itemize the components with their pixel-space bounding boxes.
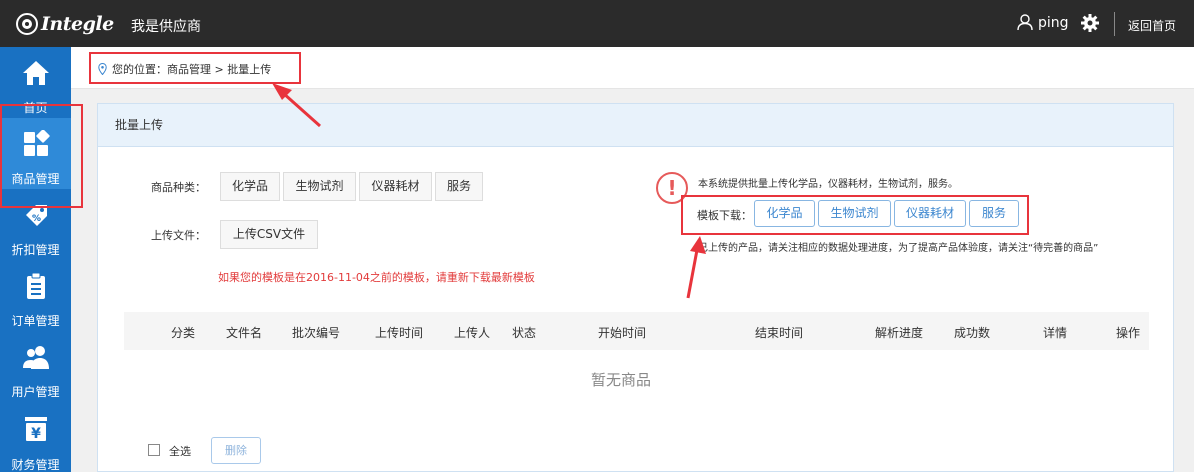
category-label: 商品种类： [151,181,206,194]
logo[interactable]: Integle [16,12,114,36]
category-chemical-button[interactable]: 化学品 [220,172,280,201]
category-bioreagent-button[interactable]: 生物试剂 [283,172,356,201]
upload-csv-button[interactable]: 上传CSV文件 [220,220,318,249]
batch-upload-panel: 批量上传 [97,103,1174,472]
topbar-divider [1114,12,1115,36]
column-header: 成功数 [954,326,991,340]
processing-notice: 已上传的产品，请关注相应的数据处理进度，为了提高产品体验度，请关注“待完善的商品… [698,243,1099,254]
sidebar-item-label: 财务管理 [11,458,60,472]
sidebar-item-label: 用户管理 [11,385,60,399]
sidebar-item-users[interactable]: 用户管理 [0,331,71,402]
sidebar-item-label: 订单管理 [11,314,60,328]
upload-file-label: 上传文件： [151,229,206,242]
column-header: 批次编号 [292,326,341,340]
delete-button[interactable]: 删除 [211,437,261,464]
logo-text: Integle [41,13,114,35]
column-header: 解析进度 [875,326,924,340]
clipboard-icon [27,272,45,299]
column-header: 开始时间 [598,326,647,340]
annotation-box-sidebar [0,104,83,208]
column-header: 分类 [171,326,196,340]
select-all-label[interactable]: 全选 [169,443,191,459]
column-header: 状态 [512,326,537,340]
template-warning: 如果您的模板是在2016-11-04之前的模板，请重新下载最新模板 [218,271,535,284]
top-bar: Integle 我是供应商 ping 返回首页 [0,0,1194,47]
upload-table-header: 分类 文件名 批次编号 上传时间 上传人 状态 开始时间 结束时间 解析进度 成… [124,312,1149,350]
user-menu[interactable]: ping [1017,14,1069,31]
panel-title: 批量上传 [98,104,1173,147]
svg-text:%: % [32,214,41,224]
column-header: 文件名 [226,326,263,340]
column-header: 操作 [1116,326,1141,340]
gear-icon[interactable] [1080,13,1100,33]
back-home-link[interactable]: 返回首页 [1128,17,1176,34]
yen-icon: ¥ [25,417,47,442]
empty-state-text: 暂无商品 [591,371,652,389]
logo-icon [16,13,38,35]
svg-text:¥: ¥ [31,426,41,442]
column-header: 上传人 [454,326,491,340]
sidebar-item-label: 折扣管理 [11,243,60,257]
user-icon [1017,14,1033,31]
sidebar-item-finance[interactable]: ¥ 财务管理 [0,402,71,472]
category-instrument-button[interactable]: 仪器耗材 [359,172,432,201]
home-icon [23,61,49,85]
username: ping [1038,14,1069,31]
sidebar-item-orders[interactable]: 订单管理 [0,260,71,331]
users-icon [23,346,49,369]
column-header: 上传时间 [375,326,424,340]
app-title: 我是供应商 [131,19,201,35]
annotation-box-breadcrumb [89,52,301,84]
annotation-box-templates [681,195,1029,235]
select-all-checkbox[interactable] [148,444,160,456]
notice-text: 本系统提供批量上传化学品，仪器耗材，生物试剂，服务。 [698,179,958,190]
column-header: 详情 [1043,326,1068,340]
category-service-button[interactable]: 服务 [435,172,483,201]
column-header: 结束时间 [755,326,804,340]
